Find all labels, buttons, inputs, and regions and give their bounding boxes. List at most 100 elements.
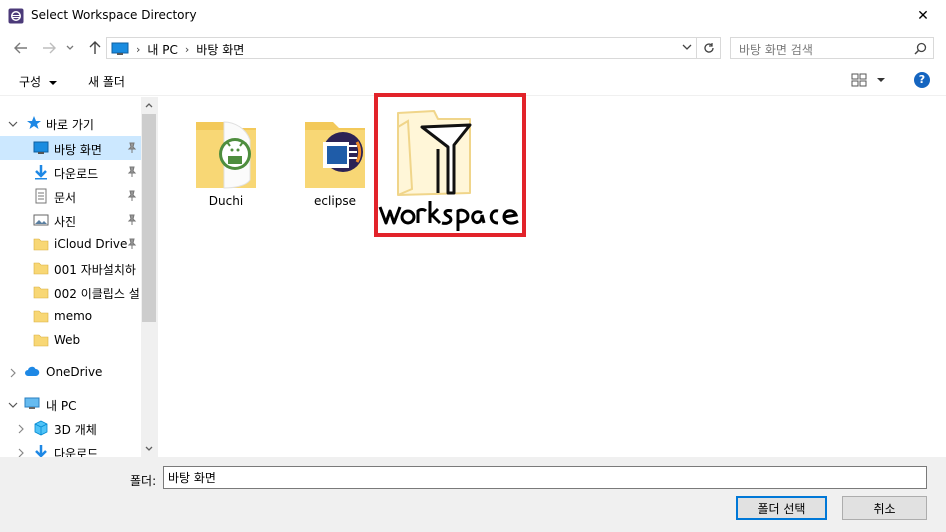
nav-item-documents[interactable]: 문서	[0, 184, 141, 208]
file-label: eclipse	[314, 194, 356, 208]
file-label: Duchi	[208, 194, 244, 208]
address-bar[interactable]: › 내 PC › 바탕 화면	[106, 37, 697, 59]
nav-item-this-pc[interactable]: 내 PC	[0, 392, 141, 416]
nav-item-pictures[interactable]: 사진	[0, 208, 141, 232]
download-icon	[35, 165, 47, 180]
nav-label: 사진	[54, 215, 77, 229]
folder-field-label: 폴더:	[130, 474, 157, 488]
folder-name-input[interactable]	[163, 466, 927, 489]
chevron-down-icon[interactable]	[8, 400, 18, 410]
folder-icon	[33, 238, 49, 251]
breadcrumb: › 내 PC › 바탕 화면	[107, 40, 244, 58]
nav-label: 다운로드	[54, 447, 99, 457]
scroll-up-button[interactable]	[141, 97, 157, 113]
new-folder-button[interactable]: 새 폴더	[88, 73, 125, 90]
eclipse-folder-icon	[305, 122, 365, 188]
pc-icon	[24, 397, 40, 409]
nav-item-folder-001[interactable]: 001 자바설치하	[0, 256, 141, 280]
chevron-right-icon[interactable]	[16, 448, 26, 457]
nav-item-3d-objects[interactable]: 3D 개체	[0, 416, 141, 440]
file-item-duchi[interactable]: Duchi	[186, 112, 266, 222]
nav-item-icloud-drive[interactable]: iCloud Drive	[0, 232, 141, 256]
pin-icon	[127, 166, 137, 177]
folder-icon	[33, 334, 49, 347]
nav-label: 내 PC	[46, 399, 77, 413]
nav-label: 002 이클립스 설	[54, 287, 140, 301]
help-button[interactable]: ?	[914, 72, 930, 88]
chevron-down-icon[interactable]	[8, 119, 18, 129]
chevron-down-icon	[48, 80, 57, 85]
breadcrumb-item-desktop[interactable]: 바탕 화면	[196, 41, 244, 58]
pin-icon	[127, 190, 137, 201]
nav-item-desktop[interactable]: 바탕 화면	[0, 136, 141, 160]
chevron-down-icon	[66, 45, 74, 50]
breadcrumb-item-pc[interactable]: 내 PC	[147, 41, 177, 58]
download-icon	[35, 445, 47, 457]
search-icon	[914, 42, 927, 55]
organize-label: 구성	[19, 75, 42, 89]
folder-icon	[33, 310, 49, 323]
eclipse-app-icon	[8, 8, 24, 24]
refresh-icon	[703, 43, 714, 53]
nav-label: 바탕 화면	[54, 143, 102, 157]
pin-icon	[127, 142, 137, 153]
document-icon	[35, 188, 47, 204]
recent-locations-button[interactable]	[64, 39, 76, 57]
android-folder-icon	[196, 121, 256, 189]
breadcrumb-separator: ›	[136, 42, 141, 56]
nav-item-folder-002[interactable]: 002 이클립스 설	[0, 280, 141, 304]
close-icon: ✕	[917, 8, 929, 24]
pin-icon	[127, 238, 137, 249]
arrow-up-icon	[89, 41, 101, 54]
cube-icon	[34, 420, 48, 436]
nav-label: 3D 개체	[54, 423, 97, 437]
arrow-left-icon	[14, 42, 27, 54]
nav-item-web[interactable]: Web	[0, 328, 141, 352]
cloud-icon	[25, 366, 40, 376]
back-button[interactable]	[12, 39, 30, 57]
nav-scrollbar[interactable]	[141, 97, 157, 457]
close-button[interactable]: ✕	[900, 0, 946, 32]
nav-label: OneDrive	[46, 365, 103, 379]
select-folder-button[interactable]: 폴더 선택	[736, 496, 827, 520]
folder-icon	[33, 262, 49, 275]
organize-button[interactable]: 구성	[19, 73, 57, 90]
chevron-down-icon	[877, 78, 885, 82]
nav-label: 바로 가기	[46, 118, 94, 132]
cancel-button[interactable]: 취소	[842, 496, 927, 520]
folder-icon	[33, 286, 49, 299]
breadcrumb-separator: ›	[184, 42, 190, 56]
nav-quick-access[interactable]: 바로 가기	[0, 111, 141, 135]
search-input[interactable]: 바탕 화면 검색	[730, 37, 934, 59]
scroll-down-button[interactable]	[141, 441, 157, 457]
view-grid-icon	[851, 73, 867, 87]
red-highlight-annotation	[374, 93, 526, 237]
window-title: Select Workspace Directory	[31, 8, 197, 22]
chevron-right-icon[interactable]	[16, 424, 26, 434]
desktop-icon	[33, 141, 49, 154]
arrow-right-icon	[43, 42, 56, 54]
refresh-button[interactable]	[697, 37, 721, 59]
nav-item-memo[interactable]: memo	[0, 304, 141, 328]
nav-item-onedrive[interactable]: OneDrive	[0, 360, 141, 384]
chevron-down-icon[interactable]	[682, 43, 692, 51]
nav-item-downloads[interactable]: 다운로드	[0, 160, 141, 184]
pin-icon	[127, 214, 137, 225]
nav-item-pc-downloads[interactable]: 다운로드	[0, 440, 141, 457]
scrollbar-thumb[interactable]	[142, 114, 156, 322]
chevron-right-icon[interactable]	[8, 368, 18, 378]
search-placeholder: 바탕 화면 검색	[739, 43, 813, 57]
view-options-button[interactable]	[851, 73, 887, 89]
picture-icon	[33, 214, 49, 226]
nav-label: Web	[54, 333, 81, 347]
navigation-pane: 바로 가기 바탕 화면 다운로드 문서 사진 iCloud Drive 001 …	[0, 97, 157, 457]
nav-label: iCloud Drive	[54, 237, 128, 251]
forward-button[interactable]	[40, 39, 58, 57]
pc-icon	[111, 42, 129, 55]
up-button[interactable]	[86, 39, 104, 57]
star-icon	[27, 116, 41, 129]
nav-label: 다운로드	[54, 167, 99, 181]
nav-label: 001 자바설치하	[54, 263, 136, 277]
nav-label: 문서	[54, 191, 77, 205]
file-item-eclipse[interactable]: eclipse	[295, 112, 375, 222]
